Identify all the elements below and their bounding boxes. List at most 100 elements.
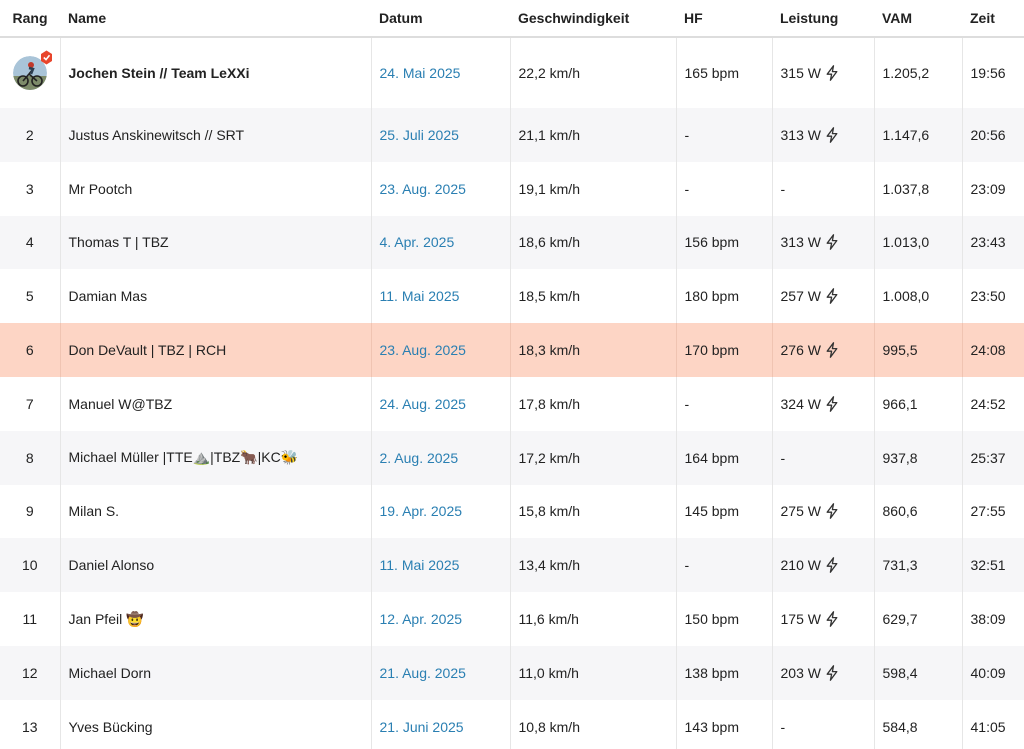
power-value: 324 W (780, 395, 821, 412)
athlete-name-link[interactable]: Mr Pootch (69, 181, 133, 197)
rank-cell: 9 (25, 503, 34, 520)
table-row: Jochen Stein // Team LeXXi 24. Mai 2025 22… (0, 37, 1024, 108)
table-row: 8 Michael Müller |TTE⛰️|TBZ🐂|KC🐝 2. Aug. 2… (0, 430, 1024, 485)
rank-cell: 3 (25, 180, 34, 197)
activity-date-link[interactable]: 21. Aug. 2025 (380, 665, 466, 681)
power-value: 210 W (780, 557, 821, 574)
athlete-name-link[interactable]: Michael Dorn (69, 665, 151, 681)
athlete-name-link[interactable]: Milan S. (69, 503, 120, 519)
athlete-name-link[interactable]: Jan Pfeil 🤠 (69, 611, 144, 627)
heart-rate-cell: 150 bpm (675, 592, 772, 646)
lightning-bolt-icon (825, 665, 839, 681)
power-cell: 313 W (771, 215, 874, 270)
power-value: 257 W (780, 288, 821, 305)
avatar[interactable] (12, 50, 52, 90)
vam-cell: 937,8 (873, 430, 962, 485)
table-row: 6 Don DeVault | TBZ | RCH 23. Aug. 2025 18,… (0, 323, 1024, 377)
activity-date-link[interactable]: 23. Aug. 2025 (380, 342, 466, 358)
athlete-name-link[interactable]: Thomas T | TBZ (69, 234, 169, 250)
speed-cell: 21,1 km/h (509, 108, 676, 162)
athlete-name-link[interactable]: Don DeVault | TBZ | RCH (69, 342, 227, 358)
vam-cell: 1.013,0 (873, 215, 962, 270)
activity-date-link[interactable]: 4. Apr. 2025 (380, 234, 455, 250)
speed-cell: 19,1 km/h (509, 161, 676, 216)
power-cell: 313 W (771, 108, 874, 162)
power-cell: - (771, 161, 874, 216)
heart-rate-cell: 138 bpm (675, 645, 772, 700)
athlete-name-link[interactable]: Manuel W@TBZ (69, 396, 173, 412)
vam-cell: 1.037,8 (873, 161, 962, 216)
power-cell: 276 W (771, 323, 874, 377)
lightning-bolt-icon (825, 342, 839, 358)
name-cell: Don DeVault | TBZ | RCH (59, 323, 371, 377)
activity-date-link[interactable]: 25. Juli 2025 (380, 127, 459, 143)
activity-date-link[interactable]: 11. Mai 2025 (380, 557, 460, 573)
rank-cell: 10 (21, 557, 38, 574)
date-cell: 24. Mai 2025 (370, 37, 510, 108)
speed-cell: 17,2 km/h (509, 430, 676, 485)
vam-cell: 995,5 (873, 323, 962, 377)
athlete-name-link[interactable]: Damian Mas (69, 288, 148, 304)
power-value: 315 W (780, 65, 821, 81)
table-row: 7 Manuel W@TBZ 24. Aug. 2025 17,8 km/h -324 … (0, 376, 1024, 431)
vam-cell: 1.205,2 (873, 37, 962, 108)
table-row: 12 Michael Dorn 21. Aug. 2025 11,0 km/h 138 … (0, 645, 1024, 700)
name-cell: Michael Müller |TTE⛰️|TBZ🐂|KC🐝 (59, 430, 371, 485)
time-cell: 24:08 (961, 323, 1024, 377)
activity-date-link[interactable]: 19. Apr. 2025 (380, 503, 463, 519)
name-cell: Thomas T | TBZ (59, 215, 371, 270)
table-row: 5 Damian Mas 11. Mai 2025 18,5 km/h 180 bpm 2… (0, 269, 1024, 324)
time-cell: 40:09 (961, 645, 1024, 700)
athlete-name-link[interactable]: Yves Bücking (69, 719, 153, 735)
header-geschwindigkeit: Geschwindigkeit (510, 0, 676, 38)
athlete-name-link[interactable]: Michael Müller |TTE⛰️|TBZ🐂|KC🐝 (69, 449, 299, 465)
lightning-bolt-icon (825, 557, 839, 574)
athlete-name-link[interactable]: Daniel Alonso (69, 557, 155, 573)
activity-date-link[interactable]: 21. Juni 2025 (380, 719, 464, 735)
time-cell: 27:55 (961, 484, 1024, 539)
activity-date-link[interactable]: 11. Mai 2025 (380, 288, 460, 304)
power-value: 275 W (780, 503, 821, 520)
rank-cell: 12 (21, 664, 38, 681)
heart-rate-cell: - (675, 161, 772, 216)
activity-date-link[interactable]: 24. Mai 2025 (380, 65, 461, 81)
rank-cell: 11 (22, 611, 38, 628)
heart-rate-cell: - (675, 538, 772, 593)
table-row: 4 Thomas T | TBZ 4. Apr. 2025 18,6 km/h 156 … (0, 215, 1024, 270)
name-cell: Daniel Alonso (59, 538, 371, 593)
header-vam: VAM (874, 0, 962, 38)
vam-cell: 966,1 (873, 376, 962, 431)
vam-cell: 629,7 (873, 592, 962, 646)
activity-date-link[interactable]: 2. Aug. 2025 (380, 450, 459, 466)
time-cell: 32:51 (961, 538, 1024, 593)
speed-cell: 17,8 km/h (509, 376, 676, 431)
lightning-bolt-icon (825, 396, 839, 412)
header-leistung: Leistung (772, 0, 874, 38)
leaderboard-header: Rang Name Datum Geschwindigkeit HF Leist… (0, 0, 1024, 38)
rank-cell: 4 (25, 234, 34, 251)
speed-cell: 15,8 km/h (509, 484, 676, 539)
table-row: 2 Justus Anskinewitsch // SRT 25. Juli 202… (0, 108, 1024, 162)
name-cell: Damian Mas (59, 269, 371, 324)
heart-rate-cell: 180 bpm (675, 269, 772, 324)
lightning-bolt-icon (825, 503, 839, 520)
vam-cell: 598,4 (873, 645, 962, 700)
heart-rate-cell: 170 bpm (675, 323, 772, 377)
time-cell: 23:43 (961, 215, 1024, 270)
activity-date-link[interactable]: 12. Apr. 2025 (380, 611, 463, 627)
power-cell: 210 W (771, 538, 874, 593)
time-cell: 19:56 (961, 37, 1024, 108)
lightning-bolt-icon (825, 288, 839, 305)
time-cell: 23:09 (961, 161, 1024, 216)
power-value: 313 W (780, 126, 821, 143)
athlete-name-link[interactable]: Jochen Stein // Team LeXXi (69, 65, 250, 81)
activity-date-link[interactable]: 24. Aug. 2025 (380, 396, 466, 412)
activity-date-link[interactable]: 23. Aug. 2025 (380, 181, 466, 197)
rank-cell: 8 (25, 449, 34, 466)
date-cell: 21. Aug. 2025 (370, 645, 510, 700)
athlete-name-link[interactable]: Justus Anskinewitsch // SRT (69, 127, 245, 143)
heart-rate-cell: - (675, 108, 772, 162)
rank-cell: 13 (21, 718, 38, 735)
name-cell: Jan Pfeil 🤠 (59, 592, 371, 646)
header-zeit: Zeit (962, 0, 1024, 38)
